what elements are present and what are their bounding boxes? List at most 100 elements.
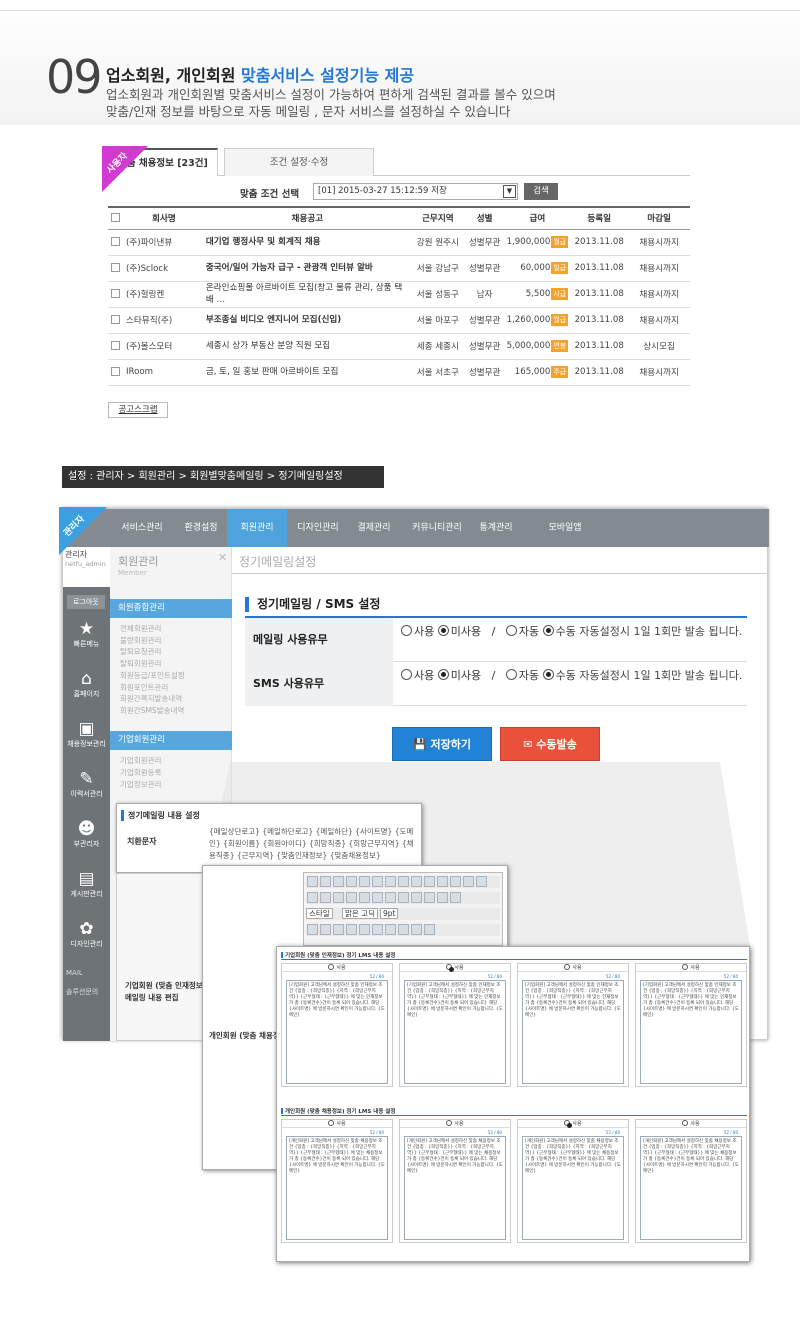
toolbar-button-icon[interactable] (359, 924, 370, 935)
toolbar-button-icon[interactable] (333, 924, 344, 935)
lms-message-textarea[interactable]: [기업회원] 고객님께서 설정하신 맞춤 인재정보 조건 {업종 : {희망직종… (522, 980, 624, 1084)
lms-section1-title: 기업회원 (맞춤 인재정보) 정기 LMS 내용 설정 (281, 951, 747, 960)
toolbar-button-icon[interactable] (320, 892, 331, 903)
toolbar-button-icon[interactable] (385, 892, 396, 903)
toolbar-button-icon[interactable] (463, 876, 474, 887)
toolbar-button-icon[interactable] (437, 876, 448, 887)
lms-radio-row[interactable]: 사용 (636, 1120, 746, 1128)
lms-byte-counter: 52 / 80 (369, 974, 384, 979)
toolbar-button-icon[interactable] (424, 892, 435, 903)
toolbar-button-icon[interactable] (320, 924, 331, 935)
lms-card: 사용 52 / 80 [개인회원] 고객님께서 설정하신 맞춤 채용정보 조건 … (635, 1119, 747, 1243)
overlay1-placeholders: {메일상단로고} {메일하단로고} {메일하단} {사이트명} {도메인} {회… (209, 827, 414, 860)
lms-use-radio[interactable] (328, 1120, 335, 1126)
rich-text-editor[interactable]: 스타일 맑은 고딕 9pt (303, 872, 503, 946)
lms-radio-label: 사용 (690, 1121, 700, 1127)
lms-card: 사용 52 / 80 [기업회원] 고객님께서 설정하신 맞춤 인재정보 조건 … (281, 963, 393, 1087)
toolbar-button-icon[interactable] (385, 924, 396, 935)
overlay1-title: 정기메일링 내용 설정 (121, 810, 200, 821)
toolbar-button-icon[interactable] (411, 892, 422, 903)
lms-radio-row[interactable]: 사용 (518, 964, 628, 972)
overlay-side-label: 기업회원 (맞춤 인재정보) 메일링 내용 편집 (125, 981, 207, 1002)
toolbar-button-icon[interactable] (346, 876, 357, 887)
toolbar-button-icon[interactable] (411, 924, 422, 935)
lms-message-textarea[interactable]: [개인회원] 고객님께서 설정하신 맞춤 채용정보 조건 {업종 : {희망직종… (522, 1136, 624, 1240)
toolbar-button-icon[interactable] (307, 876, 318, 887)
lms-use-radio[interactable] (328, 964, 335, 970)
lms-card: 사용 52 / 80 [기업회원] 고객님께서 설정하신 맞춤 인재정보 조건 … (635, 963, 747, 1087)
lms-use-radio[interactable] (682, 1120, 689, 1126)
font-select[interactable]: 맑은 고딕 (342, 908, 378, 919)
lms-radio-row[interactable]: 사용 (518, 1120, 628, 1128)
lms-message-textarea[interactable]: [기업회원] 고객님께서 설정하신 맞춤 인재정보 조건 {업종 : {희망직종… (640, 980, 742, 1084)
toolbar-button-icon[interactable] (424, 924, 435, 935)
lms-card: 사용 52 / 80 [기업회원] 고객님께서 설정하신 맞춤 인재정보 조건 … (399, 963, 511, 1087)
toolbar-button-icon[interactable] (372, 876, 383, 887)
toolbar-button-icon[interactable] (450, 876, 461, 887)
lms-use-radio[interactable] (446, 964, 455, 972)
lms-use-radio[interactable] (564, 1120, 573, 1128)
lms-card: 사용 52 / 80 [개인회원] 고객님께서 설정하신 맞춤 채용정보 조건 … (517, 1119, 629, 1243)
toolbar-button-icon[interactable] (476, 876, 487, 887)
overlay-side-panel: 기업회원 (맞춤 인재정보) 메일링 내용 편집 (116, 873, 208, 1041)
lms-radio-label: 사용 (572, 1121, 582, 1127)
toolbar-button-icon[interactable] (307, 892, 318, 903)
toolbar-button-icon[interactable] (424, 876, 435, 887)
lms-use-radio[interactable] (446, 1120, 453, 1126)
lms-byte-counter: 52 / 80 (369, 1130, 384, 1135)
toolbar-button-icon[interactable] (320, 876, 331, 887)
lms-card: 사용 52 / 80 [기업회원] 고객님께서 설정하신 맞춤 인재정보 조건 … (517, 963, 629, 1087)
toolbar-button-icon[interactable] (359, 876, 370, 887)
toolbar-button-icon[interactable] (398, 924, 409, 935)
lms-message-textarea[interactable]: [개인회원] 고객님께서 설정하신 맞춤 채용정보 조건 {업종 : {희망직종… (286, 1136, 388, 1240)
toolbar-button-icon[interactable] (450, 892, 461, 903)
lms-radio-row[interactable]: 사용 (400, 964, 510, 972)
lms-use-radio[interactable] (564, 964, 571, 970)
toolbar-button-icon[interactable] (346, 892, 357, 903)
toolbar-button-icon[interactable] (411, 876, 422, 887)
toolbar-button-icon[interactable] (333, 876, 344, 887)
lms-message-textarea[interactable]: [기업회원] 고객님께서 설정하신 맞춤 인재정보 조건 {업종 : {희망직종… (286, 980, 388, 1084)
editor-toolbar-row-2 (306, 892, 500, 904)
toolbar-button-icon[interactable] (398, 892, 409, 903)
lms-byte-counter: 52 / 80 (487, 1130, 502, 1135)
overlay1-label: 치환문자 (127, 837, 157, 846)
style-select[interactable]: 스타일 (306, 908, 333, 919)
lms-radio-label: 사용 (336, 1121, 346, 1127)
lms-card: 사용 52 / 80 [개인회원] 고객님께서 설정하신 맞춤 채용정보 조건 … (281, 1119, 393, 1243)
lms-message-textarea[interactable]: [기업회원] 고객님께서 설정하신 맞춤 인재정보 조건 {업종 : {희망직종… (404, 980, 506, 1084)
lms-radio-row[interactable]: 사용 (636, 964, 746, 972)
lms-byte-counter: 52 / 80 (605, 974, 620, 979)
toolbar-button-icon[interactable] (346, 924, 357, 935)
lms-radio-label: 사용 (572, 965, 582, 971)
lms-section2-title: 개인회원 (맞춤 채용정보) 정기 LMS 내용 설정 (281, 1107, 747, 1116)
toolbar-button-icon[interactable] (372, 924, 383, 935)
toolbar-button-icon[interactable] (385, 876, 396, 887)
lms-byte-counter: 52 / 80 (723, 974, 738, 979)
lms-radio-row[interactable]: 사용 (282, 1120, 392, 1128)
toolbar-button-icon[interactable] (359, 892, 370, 903)
editor-toolbar-row-4 (306, 924, 500, 936)
toolbar-button-icon[interactable] (398, 876, 409, 887)
lms-message-textarea[interactable]: [개인회원] 고객님께서 설정하신 맞춤 채용정보 조건 {업종 : {희망직종… (404, 1136, 506, 1240)
lms-message-textarea[interactable]: [개인회원] 고객님께서 설정하신 맞춤 채용정보 조건 {업종 : {희망직종… (640, 1136, 742, 1240)
size-select[interactable]: 9pt (380, 908, 399, 919)
toolbar-button-icon[interactable] (333, 892, 344, 903)
lms-use-radio[interactable] (682, 964, 689, 970)
lms-card: 사용 52 / 80 [개인회원] 고객님께서 설정하신 맞춤 채용정보 조건 … (399, 1119, 511, 1243)
lms-section-personal: 개인회원 (맞춤 채용정보) 정기 LMS 내용 설정 사용 52 / 80 [… (281, 1107, 747, 1257)
editor-toolbar-row-1 (306, 876, 500, 888)
toolbar-button-icon[interactable] (307, 924, 318, 935)
lms-settings-overlay: 기업회원 (맞춤 인재정보) 정기 LMS 내용 설정 사용 52 / 80 [… (276, 946, 750, 1262)
lms-radio-label: 사용 (454, 1121, 464, 1127)
lms-radio-row[interactable]: 사용 (400, 1120, 510, 1128)
lms-byte-counter: 52 / 80 (723, 1130, 738, 1135)
lms-section-corporate: 기업회원 (맞춤 인재정보) 정기 LMS 내용 설정 사용 52 / 80 [… (281, 951, 747, 1101)
lms-radio-label: 사용 (336, 965, 346, 971)
lms-byte-counter: 52 / 80 (487, 974, 502, 979)
lms-radio-label: 사용 (454, 965, 464, 971)
lms-radio-row[interactable]: 사용 (282, 964, 392, 972)
toolbar-button-icon[interactable] (437, 892, 448, 903)
toolbar-button-icon[interactable] (372, 892, 383, 903)
lms-byte-counter: 52 / 80 (605, 1130, 620, 1135)
